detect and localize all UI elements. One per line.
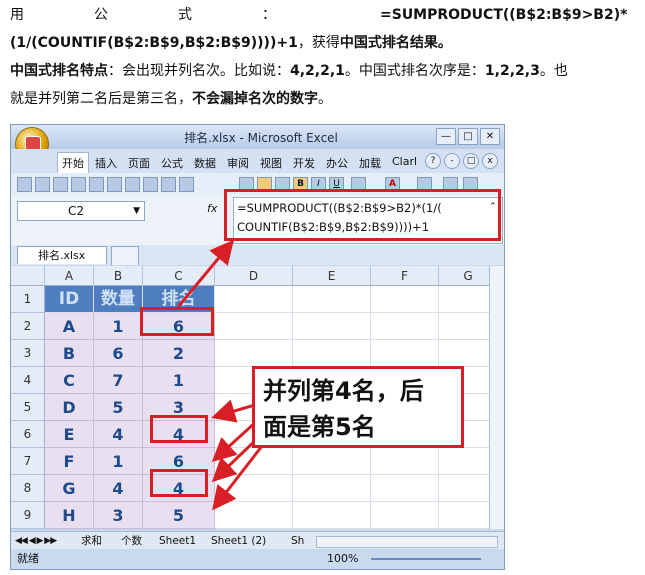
callout-box: 并列第4名，后 面是第5名: [252, 366, 464, 448]
arrow-formula: [176, 239, 234, 308]
annotation-arrows: [176, 239, 264, 511]
